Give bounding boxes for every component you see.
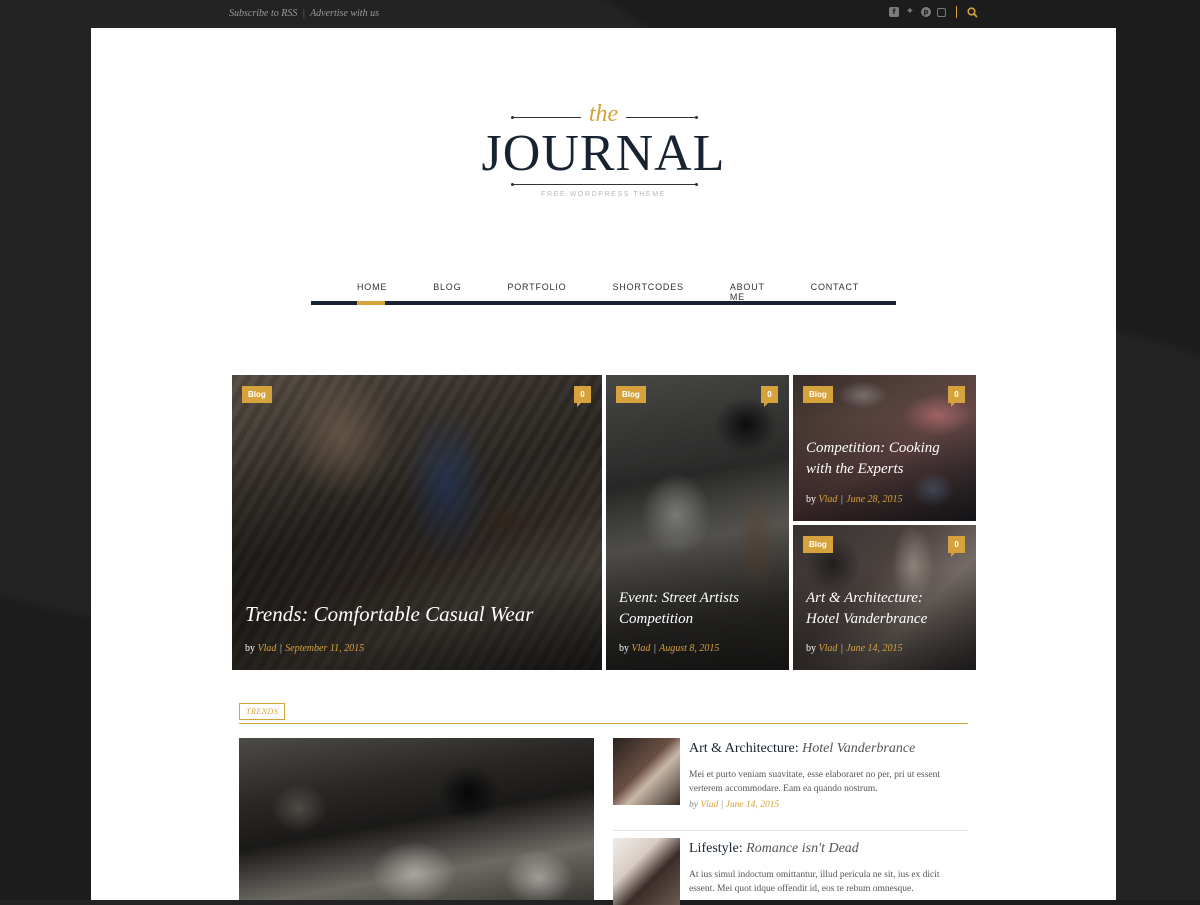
section-label[interactable]: TRENDS [239, 703, 286, 720]
featured-post-card[interactable]: Blog 0 Competition: Cooking with the Exp… [793, 375, 976, 521]
post-date[interactable]: June 14, 2015 [846, 643, 902, 654]
meta-separator: | [720, 800, 724, 810]
search-icon[interactable] [967, 6, 978, 18]
nav-item-portfolio[interactable]: PORTFOLIO [507, 282, 566, 302]
post-meta: by Vlad | August 8, 2015 [619, 643, 719, 654]
by-label: by [689, 800, 698, 810]
nav-item-about-me[interactable]: ABOUT ME [730, 282, 765, 302]
post-meta: by Vlad | June 14, 2015 [806, 643, 903, 654]
logo-the: the [588, 101, 619, 127]
subscribe-rss-link[interactable]: Subscribe to RSS [229, 8, 297, 19]
post-title-rest: Hotel Vanderbrance [802, 741, 916, 756]
category-badge[interactable]: Blog [803, 536, 833, 553]
comment-count-badge[interactable]: 0 [761, 386, 778, 407]
section-rule [239, 723, 968, 724]
top-links-separator: | [302, 8, 306, 19]
post-divider [613, 830, 968, 831]
section-header-trends: TRENDS [239, 703, 968, 725]
featured-post-title[interactable]: Competition: Cooking with the Experts [806, 438, 940, 480]
instagram-icon[interactable] [937, 7, 946, 17]
meta-separator: | [653, 643, 657, 654]
post-title-rest: Romance isn't Dead [746, 841, 859, 856]
nav-active-indicator [357, 301, 385, 305]
by-label: by [619, 643, 629, 654]
by-label: by [806, 643, 816, 654]
post-author[interactable]: Vlad [819, 643, 838, 654]
nav-item-home[interactable]: HOME [357, 282, 387, 302]
meta-separator: | [279, 643, 283, 654]
post-thumbnail[interactable] [613, 738, 680, 805]
logo-dot [511, 183, 514, 186]
main-navigation: HOME BLOG PORTFOLIO SHORTCODES ABOUT ME … [311, 277, 896, 307]
advertise-link[interactable]: Advertise with us [310, 8, 379, 19]
social-bar: f ✦ p [889, 6, 978, 18]
post-title[interactable]: Art & Architecture: Hotel Vanderbrance [689, 741, 915, 757]
post-excerpt: Mei et purto veniam suavitate, esse elab… [689, 770, 941, 794]
photo-detail [239, 738, 594, 900]
title-line: with the Experts [806, 461, 904, 477]
title-line: Competition: Cooking [806, 440, 940, 456]
post-author[interactable]: Vlad [258, 643, 277, 654]
by-label: by [806, 494, 816, 505]
trends-feature-image[interactable] [239, 738, 594, 900]
post-author[interactable]: Vlad [632, 643, 651, 654]
facebook-icon[interactable]: f [889, 7, 899, 17]
logo-name: JOURNAL [481, 125, 726, 182]
twitter-icon[interactable]: ✦ [905, 7, 915, 17]
title-line: Art & Architecture: [806, 590, 923, 606]
post-title[interactable]: Lifestyle: Romance isn't Dead [689, 841, 859, 857]
page-container: the JOURNAL FREE WORDPRESS THEME HOME BL… [91, 28, 1116, 905]
post-title-bold: Lifestyle: [689, 841, 743, 856]
post-meta: by Vlad | September 11, 2015 [245, 643, 364, 654]
nav-item-blog[interactable]: BLOG [433, 282, 461, 302]
post-meta: by Vlad | June 28, 2015 [806, 494, 903, 505]
nav-bar [311, 301, 896, 305]
post-meta: by Vlad | June 14, 2015 [689, 800, 779, 810]
meta-separator: | [840, 643, 844, 654]
comment-count-badge[interactable]: 0 [948, 386, 965, 407]
category-badge[interactable]: Blog [616, 386, 646, 403]
comment-count-badge[interactable]: 0 [948, 536, 965, 557]
top-bar: Subscribe to RSS | Advertise with us f ✦ p [0, 0, 1200, 28]
post-date[interactable]: September 11, 2015 [285, 643, 364, 654]
title-line: Competition [619, 611, 694, 627]
post-date[interactable]: June 28, 2015 [846, 494, 902, 505]
social-divider [956, 6, 957, 18]
pinterest-icon[interactable]: p [921, 7, 931, 17]
featured-post-card[interactable]: Blog 0 Trends: Comfortable Casual Wear b… [232, 375, 602, 670]
featured-post-title[interactable]: Trends: Comfortable Casual Wear [245, 602, 533, 627]
featured-post-title[interactable]: Event: Street Artists Competition [619, 588, 739, 630]
nav-item-shortcodes[interactable]: SHORTCODES [612, 282, 683, 302]
meta-separator: | [840, 494, 844, 505]
by-label: by [245, 643, 255, 654]
post-date[interactable]: August 8, 2015 [659, 643, 719, 654]
featured-post-title[interactable]: Art & Architecture: Hotel Vanderbrance [806, 588, 927, 630]
nav-item-contact[interactable]: CONTACT [811, 282, 859, 302]
post-author[interactable]: Vlad [819, 494, 838, 505]
logo-tagline: FREE WORDPRESS THEME [541, 191, 666, 198]
post-excerpt: At ius simul indoctum omittantur, illud … [689, 870, 940, 894]
category-badge[interactable]: Blog [803, 386, 833, 403]
logo-rule-bottom [513, 184, 696, 185]
title-line: Event: Street Artists [619, 590, 739, 606]
post-thumbnail[interactable] [613, 838, 680, 905]
site-logo[interactable]: the JOURNAL FREE WORDPRESS THEME [91, 28, 1116, 228]
comment-count-badge[interactable]: 0 [574, 386, 591, 407]
title-line: Hotel Vanderbrance [806, 611, 928, 627]
post-author[interactable]: Vlad [700, 800, 718, 810]
post-date[interactable]: June 14, 2015 [726, 800, 780, 810]
top-links: Subscribe to RSS | Advertise with us [229, 8, 379, 19]
logo-dot [695, 183, 698, 186]
category-badge[interactable]: Blog [242, 386, 272, 403]
featured-post-card[interactable]: Blog 0 Art & Architecture: Hotel Vanderb… [793, 525, 976, 670]
post-title-bold: Art & Architecture: [689, 741, 799, 756]
featured-post-card[interactable]: Blog 0 Event: Street Artists Competition… [606, 375, 789, 670]
